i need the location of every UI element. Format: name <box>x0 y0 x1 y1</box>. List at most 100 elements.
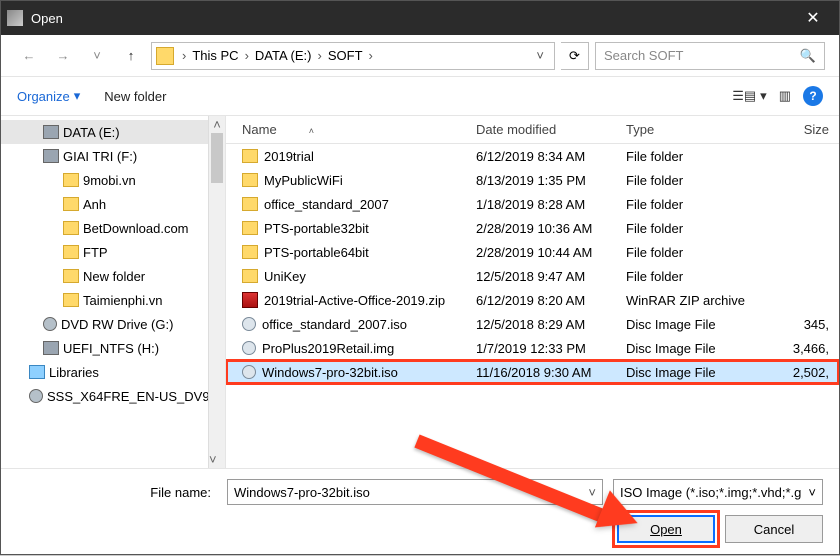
file-name: PTS-portable64bit <box>264 245 369 260</box>
file-date: 2/28/2019 10:44 AM <box>476 245 626 260</box>
file-row[interactable]: PTS-portable64bit2/28/2019 10:44 AMFile … <box>226 240 839 264</box>
tree-item-label: Anh <box>83 197 106 212</box>
list-view-icon: ☰▤ <box>732 88 756 104</box>
tree-item[interactable]: Taimienphi.vn <box>1 288 225 312</box>
tree-item[interactable]: FTP <box>1 240 225 264</box>
tree-item[interactable]: 9mobi.vn <box>1 168 225 192</box>
folder-icon <box>242 197 258 211</box>
breadcrumb-item[interactable]: DATA (E:) <box>253 48 314 63</box>
drive-icon <box>43 149 59 163</box>
file-size: 2,502, <box>746 365 839 380</box>
file-row[interactable]: Windows7-pro-32bit.iso11/16/2018 9:30 AM… <box>226 360 839 384</box>
file-type: WinRAR ZIP archive <box>626 293 746 308</box>
file-date: 11/16/2018 9:30 AM <box>476 365 626 380</box>
filetype-filter[interactable]: ISO Image (*.iso;*.img;*.vhd;*.g ˅ <box>613 479 823 505</box>
preview-pane-button[interactable]: ▥ <box>779 88 791 104</box>
folder-icon <box>242 149 258 163</box>
window-title: Open <box>31 11 793 26</box>
file-type: Disc Image File <box>626 317 746 332</box>
titlebar: Open ✕ <box>1 1 839 35</box>
folder-icon <box>242 173 258 187</box>
help-button[interactable]: ? <box>803 86 823 106</box>
tree-item-label: GIAI TRI (F:) <box>63 149 137 164</box>
tree-item[interactable]: SSS_X64FRE_EN-US_DV9 <box>1 384 225 408</box>
file-row[interactable]: MyPublicWiFi8/13/2019 1:35 PMFile folder <box>226 168 839 192</box>
open-dialog: Open ✕ ← → ˅ ↑ › This PC › DATA (E:) › S… <box>0 0 840 555</box>
tree-item-label: BetDownload.com <box>83 221 189 236</box>
cancel-button[interactable]: Cancel <box>725 515 823 543</box>
disc-icon <box>29 389 43 403</box>
scroll-up-icon[interactable]: ˄ <box>209 116 225 133</box>
filename-input[interactable]: Windows7-pro-32bit.iso ˅ <box>227 479 603 505</box>
tree-item[interactable]: Anh <box>1 192 225 216</box>
breadcrumb-item[interactable]: SOFT <box>326 48 365 63</box>
new-folder-button[interactable]: New folder <box>104 89 166 104</box>
scroll-thumb[interactable] <box>211 133 223 183</box>
organize-menu[interactable]: Organize ▾ <box>17 88 80 104</box>
tree-item[interactable]: DVD RW Drive (G:) <box>1 312 225 336</box>
folder-icon <box>63 173 79 187</box>
preview-icon: ▥ <box>779 88 791 104</box>
close-icon[interactable]: ✕ <box>793 1 833 35</box>
folder-tree[interactable]: DATA (E:) GIAI TRI (F:) 9mobi.vn Anh BetDown… <box>1 116 226 468</box>
file-row[interactable]: 2019trial-Active-Office-2019.zip6/12/201… <box>226 288 839 312</box>
file-row[interactable]: PTS-portable32bit2/28/2019 10:36 AMFile … <box>226 216 839 240</box>
file-name: ProPlus2019Retail.img <box>262 341 394 356</box>
tree-item[interactable]: Libraries <box>1 360 225 384</box>
file-row[interactable]: ProPlus2019Retail.img1/7/2019 12:33 PMDi… <box>226 336 839 360</box>
file-row[interactable]: 2019trial6/12/2019 8:34 AMFile folder <box>226 144 839 168</box>
scroll-down-icon[interactable]: ˅ <box>209 451 217 468</box>
back-button[interactable]: ← <box>15 42 43 70</box>
disc-icon <box>242 317 256 331</box>
sort-up-icon: ˄ <box>309 126 314 136</box>
open-button[interactable]: Open <box>617 515 715 543</box>
forward-button[interactable]: → <box>49 42 77 70</box>
tree-item[interactable]: New folder <box>1 264 225 288</box>
chevron-down-icon[interactable]: ˅ <box>588 485 596 500</box>
refresh-button[interactable]: ⟳ <box>561 42 589 70</box>
history-dropdown[interactable]: ˅ <box>83 42 111 70</box>
file-row[interactable]: office_standard_20071/18/2019 8:28 AMFil… <box>226 192 839 216</box>
chevron-right-icon[interactable]: › <box>367 48 375 63</box>
file-row[interactable]: office_standard_2007.iso12/5/2018 8:29 A… <box>226 312 839 336</box>
tree-item[interactable]: UEFI_NTFS (H:) <box>1 336 225 360</box>
tree-item[interactable]: GIAI TRI (F:) <box>1 144 225 168</box>
chevron-right-icon[interactable]: › <box>180 48 188 63</box>
filename-label: File name: <box>17 485 217 500</box>
column-size[interactable]: Size <box>746 122 839 137</box>
zip-icon <box>242 292 258 308</box>
tree-item-label: SSS_X64FRE_EN-US_DV9 <box>47 389 210 404</box>
chevron-right-icon[interactable]: › <box>316 48 324 63</box>
tree-item-label: New folder <box>83 269 145 284</box>
search-input[interactable]: Search SOFT 🔍 <box>595 42 825 70</box>
tree-scrollbar[interactable]: ˄ ˅ <box>208 116 225 468</box>
lib-icon <box>29 365 45 379</box>
file-type: File folder <box>626 173 746 188</box>
search-icon[interactable]: 🔍 <box>800 48 816 64</box>
up-button[interactable]: ↑ <box>117 42 145 70</box>
folder-icon <box>242 269 258 283</box>
tree-item[interactable]: DATA (E:) <box>1 120 225 144</box>
file-row[interactable]: UniKey12/5/2018 9:47 AMFile folder <box>226 264 839 288</box>
app-icon <box>7 10 23 26</box>
file-name: office_standard_2007 <box>264 197 389 212</box>
column-type[interactable]: Type <box>626 122 746 137</box>
breadcrumb-item[interactable]: This PC <box>190 48 240 63</box>
breadcrumb-dropdown[interactable]: ˅ <box>530 48 550 63</box>
tree-item-label: DVD RW Drive (G:) <box>61 317 173 332</box>
file-type: File folder <box>626 149 746 164</box>
file-date: 6/12/2019 8:34 AM <box>476 149 626 164</box>
column-name[interactable]: Name˄ <box>226 122 476 137</box>
tree-item-label: 9mobi.vn <box>83 173 136 188</box>
chevron-right-icon[interactable]: › <box>243 48 251 63</box>
file-name: UniKey <box>264 269 306 284</box>
file-type: Disc Image File <box>626 341 746 356</box>
tree-item[interactable]: BetDownload.com <box>1 216 225 240</box>
chevron-down-icon: ▾ <box>760 88 767 104</box>
file-name: 2019trial-Active-Office-2019.zip <box>264 293 445 308</box>
column-date[interactable]: Date modified <box>476 122 626 137</box>
disc-icon <box>242 365 256 379</box>
breadcrumb[interactable]: › This PC › DATA (E:) › SOFT › ˅ <box>151 42 555 70</box>
view-options-button[interactable]: ☰▤ ▾ <box>732 88 766 104</box>
folder-icon <box>156 47 174 65</box>
